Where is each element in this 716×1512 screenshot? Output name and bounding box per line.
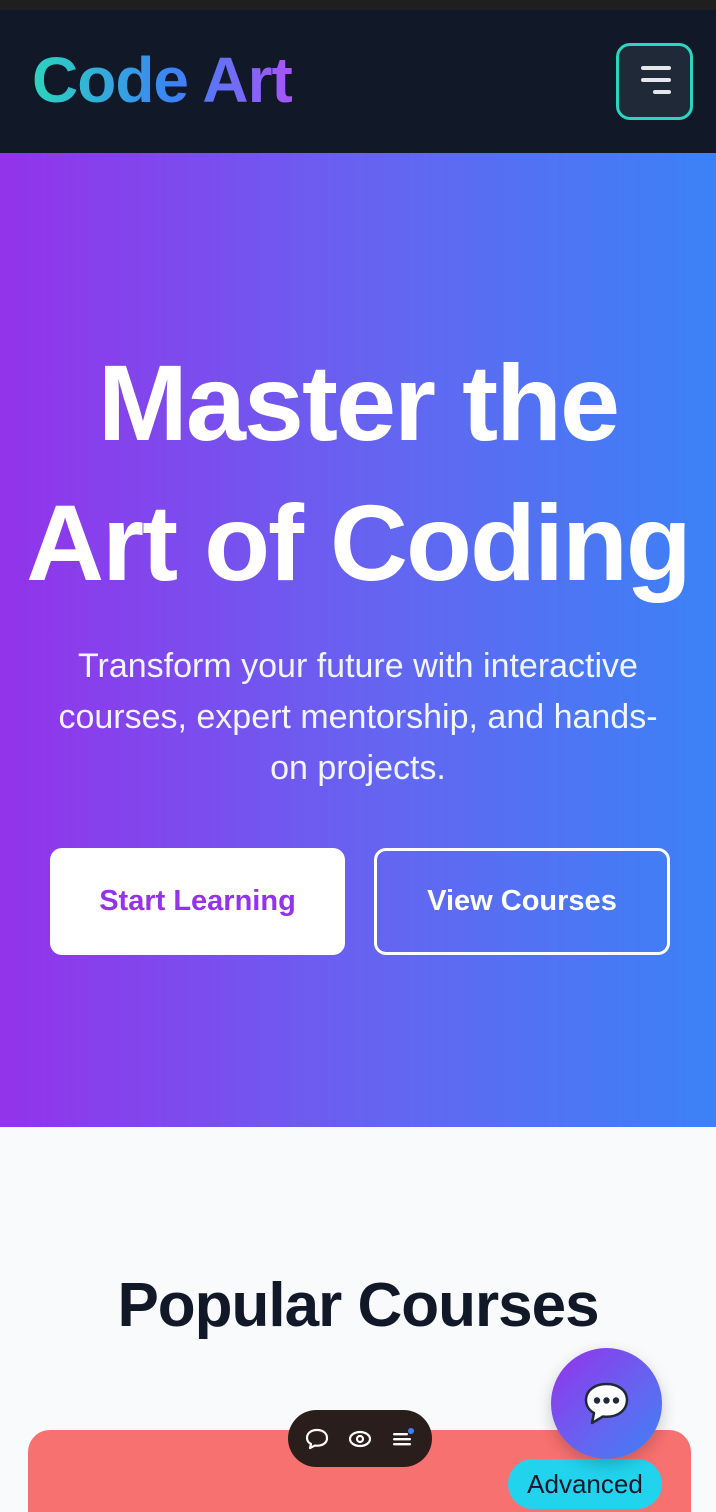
navbar: Code Art <box>0 10 716 153</box>
view-courses-button[interactable]: View Courses <box>374 848 670 955</box>
brand-logo[interactable]: Code Art <box>32 44 293 116</box>
hero-title-line-2: Art of Coding <box>26 482 692 603</box>
hero-title: Master the Art of Coding <box>0 333 716 613</box>
speech-bubble-icon <box>584 1382 629 1425</box>
popular-courses-title: Popular Courses <box>117 1271 599 1340</box>
menu-button[interactable] <box>616 43 693 120</box>
hero-subtitle-line-2: courses, expert mentorship, and hands- <box>58 698 658 736</box>
course-level-badge: Advanced <box>508 1459 662 1509</box>
menu-lines-icon[interactable] <box>390 1426 416 1452</box>
hero-subtitle-line-3: on projects. <box>270 749 446 787</box>
hero-subtitle: Transform your future with interactive c… <box>40 641 676 794</box>
floating-toolbar <box>288 1410 432 1467</box>
eye-icon[interactable] <box>347 1426 373 1452</box>
hero-title-line-1: Master the <box>97 342 620 463</box>
chat-bubble-icon[interactable] <box>304 1426 330 1452</box>
status-strip <box>0 0 716 10</box>
hero-section: Master the Art of Coding Transform your … <box>0 153 716 1127</box>
hero-subtitle-line-1: Transform your future with interactive <box>78 647 638 685</box>
start-learning-button[interactable]: Start Learning <box>50 848 345 955</box>
chat-fab-button[interactable] <box>551 1348 662 1459</box>
